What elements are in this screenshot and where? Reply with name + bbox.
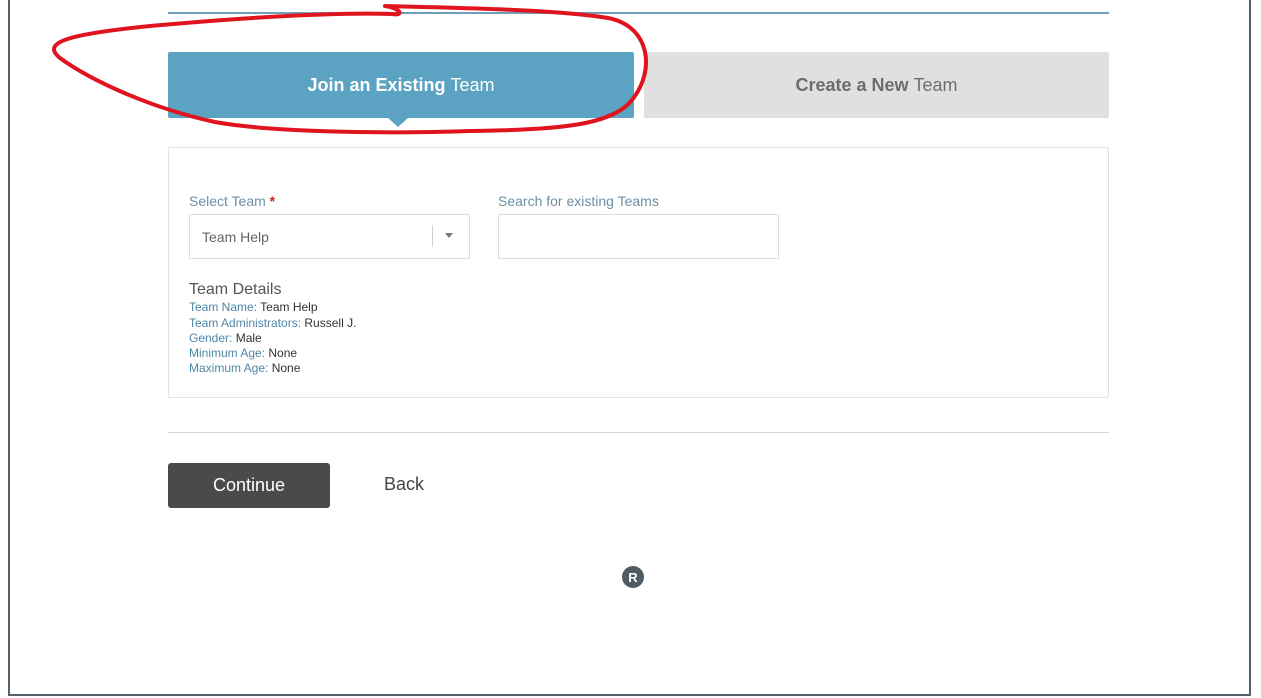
tab-join-existing-team[interactable]: Join an Existing Team xyxy=(168,52,634,118)
section-divider xyxy=(168,432,1109,433)
detail-key: Team Name: xyxy=(189,300,258,314)
detail-value: Male xyxy=(235,331,262,345)
tab-create-bold-label: Create a New xyxy=(795,74,909,95)
detail-row-team-name: Team Name: Team Help xyxy=(189,301,318,313)
tab-join-bold-label: Join an Existing xyxy=(307,74,446,95)
detail-value: None xyxy=(268,346,298,360)
continue-button[interactable]: Continue xyxy=(168,463,330,508)
select-team-value: Team Help xyxy=(202,229,269,245)
detail-row-gender: Gender: Male xyxy=(189,332,262,344)
detail-key: Minimum Age: xyxy=(189,346,266,360)
detail-key: Maximum Age: xyxy=(189,361,269,375)
select-team-label: Select Team * xyxy=(189,193,275,209)
search-teams-label: Search for existing Teams xyxy=(498,193,659,209)
detail-row-maximum-age: Maximum Age: None xyxy=(189,362,300,374)
team-details-title: Team Details xyxy=(189,281,282,298)
detail-value: Russell J. xyxy=(304,316,357,330)
tab-join-label: Team xyxy=(450,74,495,95)
tab-create-new-team[interactable]: Create a New Team xyxy=(644,52,1109,118)
select-team-label-text: Select Team xyxy=(189,193,266,209)
detail-value: None xyxy=(271,361,301,375)
dropdown-separator xyxy=(432,225,433,247)
brand-logo-icon: R xyxy=(622,566,644,588)
chevron-down-icon[interactable] xyxy=(445,233,453,238)
tab-create-label: Team xyxy=(913,74,958,95)
back-link[interactable]: Back xyxy=(384,474,424,495)
select-team-dropdown[interactable]: Team Help xyxy=(189,214,470,259)
required-marker: * xyxy=(269,193,276,209)
active-tab-pointer xyxy=(388,118,408,127)
detail-key: Team Administrators: xyxy=(189,316,302,330)
header-divider xyxy=(168,12,1109,14)
detail-row-administrators: Team Administrators: Russell J. xyxy=(189,317,356,329)
team-form-panel xyxy=(168,147,1109,398)
detail-row-minimum-age: Minimum Age: None xyxy=(189,347,297,359)
detail-value: Team Help xyxy=(260,300,318,314)
search-teams-input[interactable] xyxy=(498,214,779,259)
detail-key: Gender: xyxy=(189,331,233,345)
